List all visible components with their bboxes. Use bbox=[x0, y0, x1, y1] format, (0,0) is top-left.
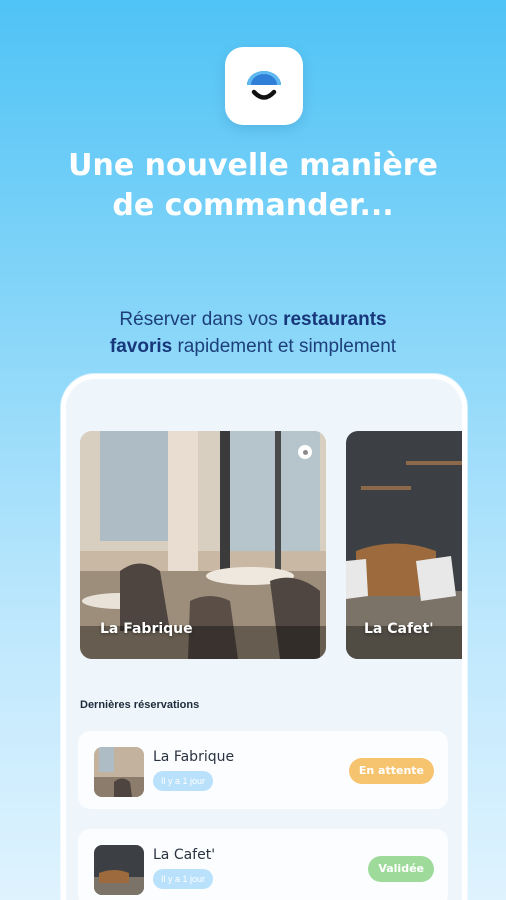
phone-mockup: La Fabrique La Cafet' Dernières réservat… bbox=[61, 374, 467, 900]
restaurant-card-la-fabrique[interactable]: La Fabrique bbox=[80, 431, 326, 659]
status-badge-pending: En attente bbox=[348, 758, 434, 784]
subtitle-text-1: Réserver dans vos bbox=[119, 309, 284, 330]
status-badge-validated: Validée bbox=[368, 856, 434, 882]
reservation-row[interactable]: La Cafet' Il y a 1 jour Validée bbox=[78, 829, 448, 900]
restaurant-card-title: La Cafet' bbox=[364, 621, 434, 637]
headline: Une nouvelle manière de commander... bbox=[0, 146, 506, 226]
location-pin-icon bbox=[298, 445, 312, 459]
reservation-time-badge: Il y a 1 jour bbox=[153, 771, 214, 791]
app-icon bbox=[225, 47, 303, 125]
reservation-thumbnail bbox=[94, 747, 144, 797]
reservation-restaurant-name: La Cafet' bbox=[153, 847, 216, 863]
reservation-restaurant-name: La Fabrique bbox=[153, 749, 235, 765]
subtitle: Réserver dans vos restaurants favoris ra… bbox=[0, 306, 506, 360]
reservation-time-badge: Il y a 1 jour bbox=[153, 869, 214, 889]
headline-line-1: Une nouvelle manière bbox=[68, 148, 438, 183]
restaurant-cloche-icon bbox=[247, 71, 281, 100]
subtitle-bold-favoris: favoris bbox=[109, 336, 173, 357]
section-title-reservations: Dernières réservations bbox=[80, 699, 200, 711]
headline-line-2: de commander... bbox=[112, 188, 394, 223]
reservation-thumbnail bbox=[94, 845, 144, 895]
restaurant-card-title: La Fabrique bbox=[100, 621, 193, 637]
reservation-row[interactable]: La Fabrique Il y a 1 jour En attente bbox=[78, 731, 448, 809]
subtitle-text-2: rapidement et simplement bbox=[172, 336, 397, 357]
restaurant-card-la-cafet[interactable]: La Cafet' bbox=[346, 431, 462, 659]
subtitle-bold-restaurants: restaurants bbox=[283, 309, 387, 330]
